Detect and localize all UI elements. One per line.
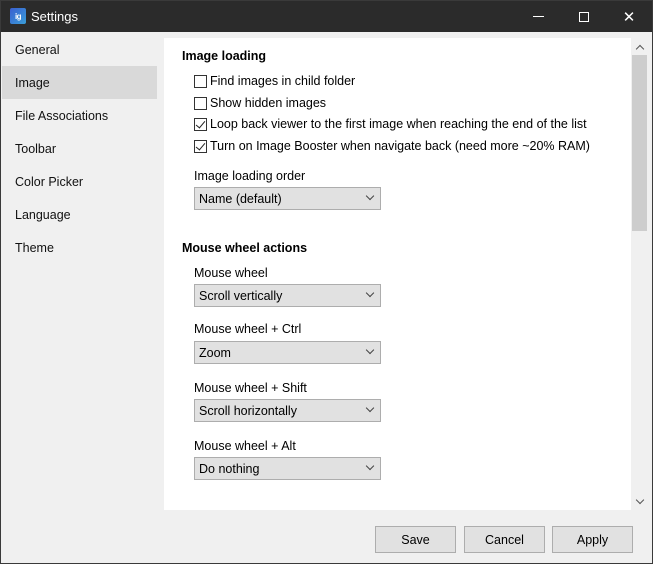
mouse-wheel-ctrl-dropdown[interactable]: Zoom	[194, 341, 381, 364]
dropdown-value: Scroll horizontally	[199, 403, 297, 418]
chevron-down-icon	[365, 288, 375, 298]
mouse-wheel-dropdown[interactable]: Scroll vertically	[194, 284, 381, 307]
scroll-up-button[interactable]	[631, 38, 648, 55]
checkbox-unchecked-icon[interactable]	[194, 96, 207, 110]
chevron-up-icon	[635, 44, 644, 53]
loop-back-viewer-checkbox[interactable]: Loop back viewer to the first image when…	[194, 116, 587, 132]
maximize-button[interactable]	[561, 1, 607, 32]
find-child-folder-checkbox[interactable]: Find images in child folder	[194, 73, 355, 89]
save-button[interactable]: Save	[375, 526, 456, 553]
image-booster-checkbox[interactable]: Turn on Image Booster when navigate back…	[194, 138, 590, 154]
sidebar-item-language[interactable]: Language	[2, 198, 157, 231]
show-hidden-images-checkbox[interactable]: Show hidden images	[194, 95, 326, 111]
scroll-down-button[interactable]	[631, 493, 648, 510]
mouse-wheel-alt-label: Mouse wheel + Alt	[194, 439, 296, 453]
close-button[interactable]: ✕	[606, 1, 652, 32]
checkbox-label: Turn on Image Booster when navigate back…	[210, 139, 590, 153]
mouse-wheel-ctrl-label: Mouse wheel + Ctrl	[194, 322, 302, 336]
sidebar-item-label: Color Picker	[15, 174, 84, 189]
checkbox-label: Find images in child folder	[210, 74, 356, 88]
maximize-icon	[579, 11, 589, 22]
minimize-icon	[532, 16, 544, 17]
sidebar-item-toolbar[interactable]: Toolbar	[2, 132, 157, 165]
checkbox-unchecked-icon[interactable]	[194, 74, 207, 88]
checkbox-checked-icon[interactable]	[194, 117, 207, 131]
dropdown-value: Zoom	[199, 345, 231, 360]
checkbox-label: Loop back viewer to the first image when…	[210, 117, 587, 131]
mouse-wheel-shift-dropdown[interactable]: Scroll horizontally	[194, 399, 381, 422]
chevron-down-icon	[365, 191, 375, 201]
chevron-down-icon	[365, 461, 375, 471]
sidebar-item-theme[interactable]: Theme	[2, 231, 157, 264]
scrollbar-thumb[interactable]	[632, 55, 647, 231]
image-loading-heading: Image loading	[182, 49, 267, 63]
app-logo-icon: ig	[10, 8, 26, 24]
title-bar[interactable]: ig Settings ✕	[1, 1, 652, 32]
sidebar-item-label: Toolbar	[15, 141, 56, 156]
dropdown-value: Name (default)	[199, 191, 282, 206]
mouse-wheel-alt-dropdown[interactable]: Do nothing	[194, 457, 381, 480]
mouse-wheel-heading: Mouse wheel actions	[182, 241, 308, 255]
minimize-button[interactable]	[515, 1, 561, 32]
settings-content-panel: Image loading Find images in child folde…	[164, 38, 631, 510]
apply-button[interactable]: Apply	[552, 526, 633, 553]
dropdown-value: Do nothing	[199, 461, 260, 476]
mouse-wheel-label: Mouse wheel	[194, 266, 268, 280]
checkbox-label: Show hidden images	[210, 96, 327, 110]
mouse-wheel-shift-label: Mouse wheel + Shift	[194, 381, 307, 395]
sidebar-item-color-picker[interactable]: Color Picker	[2, 165, 157, 198]
window-title: Settings	[31, 9, 78, 24]
chevron-down-icon	[635, 495, 644, 504]
chevron-down-icon	[365, 403, 375, 413]
close-icon: ✕	[622, 8, 636, 26]
sidebar-item-file-associations[interactable]: File Associations	[2, 99, 157, 132]
sidebar-item-general[interactable]: General	[2, 33, 157, 66]
image-loading-order-label: Image loading order	[194, 169, 306, 183]
sidebar-item-label: General	[15, 42, 60, 57]
dropdown-value: Scroll vertically	[199, 288, 283, 303]
sidebar-item-label: Theme	[15, 240, 54, 255]
settings-window: ig Settings ✕ General Image File Associa…	[0, 0, 653, 564]
sidebar-item-image[interactable]: Image	[2, 66, 157, 99]
sidebar-item-label: File Associations	[15, 108, 109, 123]
cancel-button[interactable]: Cancel	[464, 526, 545, 553]
sidebar-item-label: Language	[15, 207, 71, 222]
image-loading-order-dropdown[interactable]: Name (default)	[194, 187, 381, 210]
chevron-down-icon	[365, 345, 375, 355]
sidebar-item-label: Image	[15, 75, 50, 90]
sidebar: General Image File Associations Toolbar …	[1, 32, 164, 512]
checkbox-checked-icon[interactable]	[194, 139, 207, 153]
vertical-scrollbar[interactable]	[631, 38, 648, 510]
